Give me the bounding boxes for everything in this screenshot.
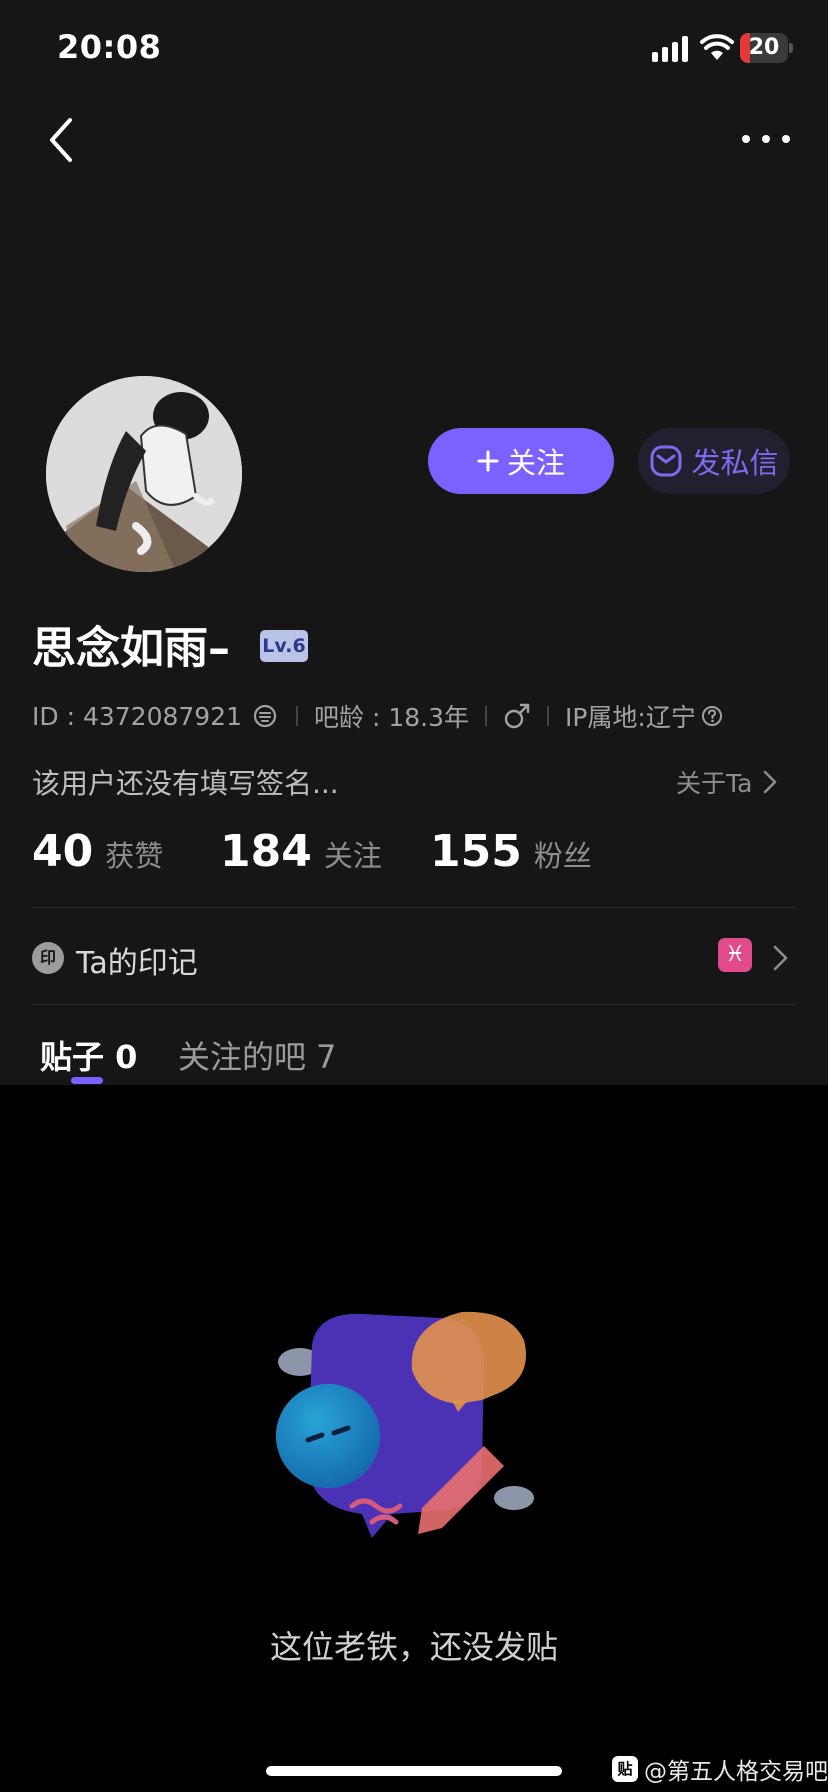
wifi-icon [700, 34, 734, 60]
bar-age: 吧龄 : 18.3年 [314, 703, 469, 732]
active-tab-indicator [71, 1077, 103, 1084]
stat-fans-label: 粉丝 [533, 839, 592, 873]
pisces-badge-icon: ♓ [718, 938, 752, 972]
username: 思念如雨– [32, 623, 230, 674]
chevron-right-icon [764, 770, 777, 794]
follow-button-label: 关注 [506, 446, 565, 480]
meta-separator [546, 706, 549, 726]
copy-icon[interactable] [250, 703, 280, 729]
battery-icon: 20 [740, 33, 793, 63]
about-link-label: 关于Ta [676, 769, 753, 798]
stat-fans[interactable]: 155 粉丝 [430, 826, 592, 877]
user-bio: 该用户还没有填写签名... [32, 767, 339, 800]
imprint-row[interactable]: 印 Ta的印记 ♓ [32, 934, 796, 984]
profile-meta-row: ID : 4372087921 吧龄 : 18.3年 IP属地:辽宁 [32, 698, 724, 734]
divider [32, 1004, 796, 1005]
stat-following[interactable]: 184 关注 [220, 826, 382, 877]
male-gender-icon [504, 703, 530, 729]
battery-level-text: 20 [748, 35, 780, 60]
tab-posts[interactable]: 贴子 0 [40, 1032, 137, 1078]
stat-likes-label: 获赞 [105, 839, 164, 873]
tab-followed-bars[interactable]: 关注的吧 7 [178, 1032, 337, 1078]
mail-icon [650, 445, 682, 477]
about-link[interactable]: 关于Ta [676, 764, 778, 800]
help-icon[interactable] [700, 704, 724, 728]
stat-following-value: 184 [220, 826, 312, 877]
meta-separator [484, 706, 487, 726]
stat-likes-value: 40 [32, 826, 94, 877]
status-time: 20:08 [57, 28, 162, 66]
direct-message-label: 发私信 [691, 446, 779, 480]
tieba-logo-icon: 贴 [612, 1756, 638, 1782]
home-indicator[interactable] [266, 1766, 562, 1776]
empty-posts-illustration [276, 1311, 534, 1538]
follow-button[interactable]: 关注 [428, 428, 614, 494]
user-id: ID : 4372087921 [32, 701, 242, 731]
meta-separator [296, 706, 298, 726]
chevron-right-icon [773, 945, 788, 971]
stat-fans-value: 155 [430, 826, 522, 877]
imprint-label: Ta的印记 [76, 946, 198, 981]
stat-following-label: 关注 [323, 839, 382, 873]
back-arrow-icon[interactable] [40, 112, 84, 168]
more-options-icon[interactable] [740, 124, 792, 154]
stat-likes[interactable]: 40 获赞 [32, 826, 163, 877]
cellular-signal-icon [652, 36, 688, 62]
empty-state-message: 这位老铁，还没发贴 [269, 1628, 558, 1666]
avatar[interactable] [46, 376, 242, 572]
watermark: 贴 @第五人格交易吧 [612, 1752, 828, 1786]
direct-message-button[interactable]: 发私信 [638, 428, 790, 494]
divider [32, 907, 796, 908]
level-badge[interactable]: Lv.6 [260, 630, 308, 662]
watermark-text: @第五人格交易吧 [644, 1759, 828, 1785]
imprint-icon: 印 [32, 942, 64, 974]
ip-location: IP属地:辽宁 [564, 703, 696, 732]
plus-icon [477, 450, 499, 472]
